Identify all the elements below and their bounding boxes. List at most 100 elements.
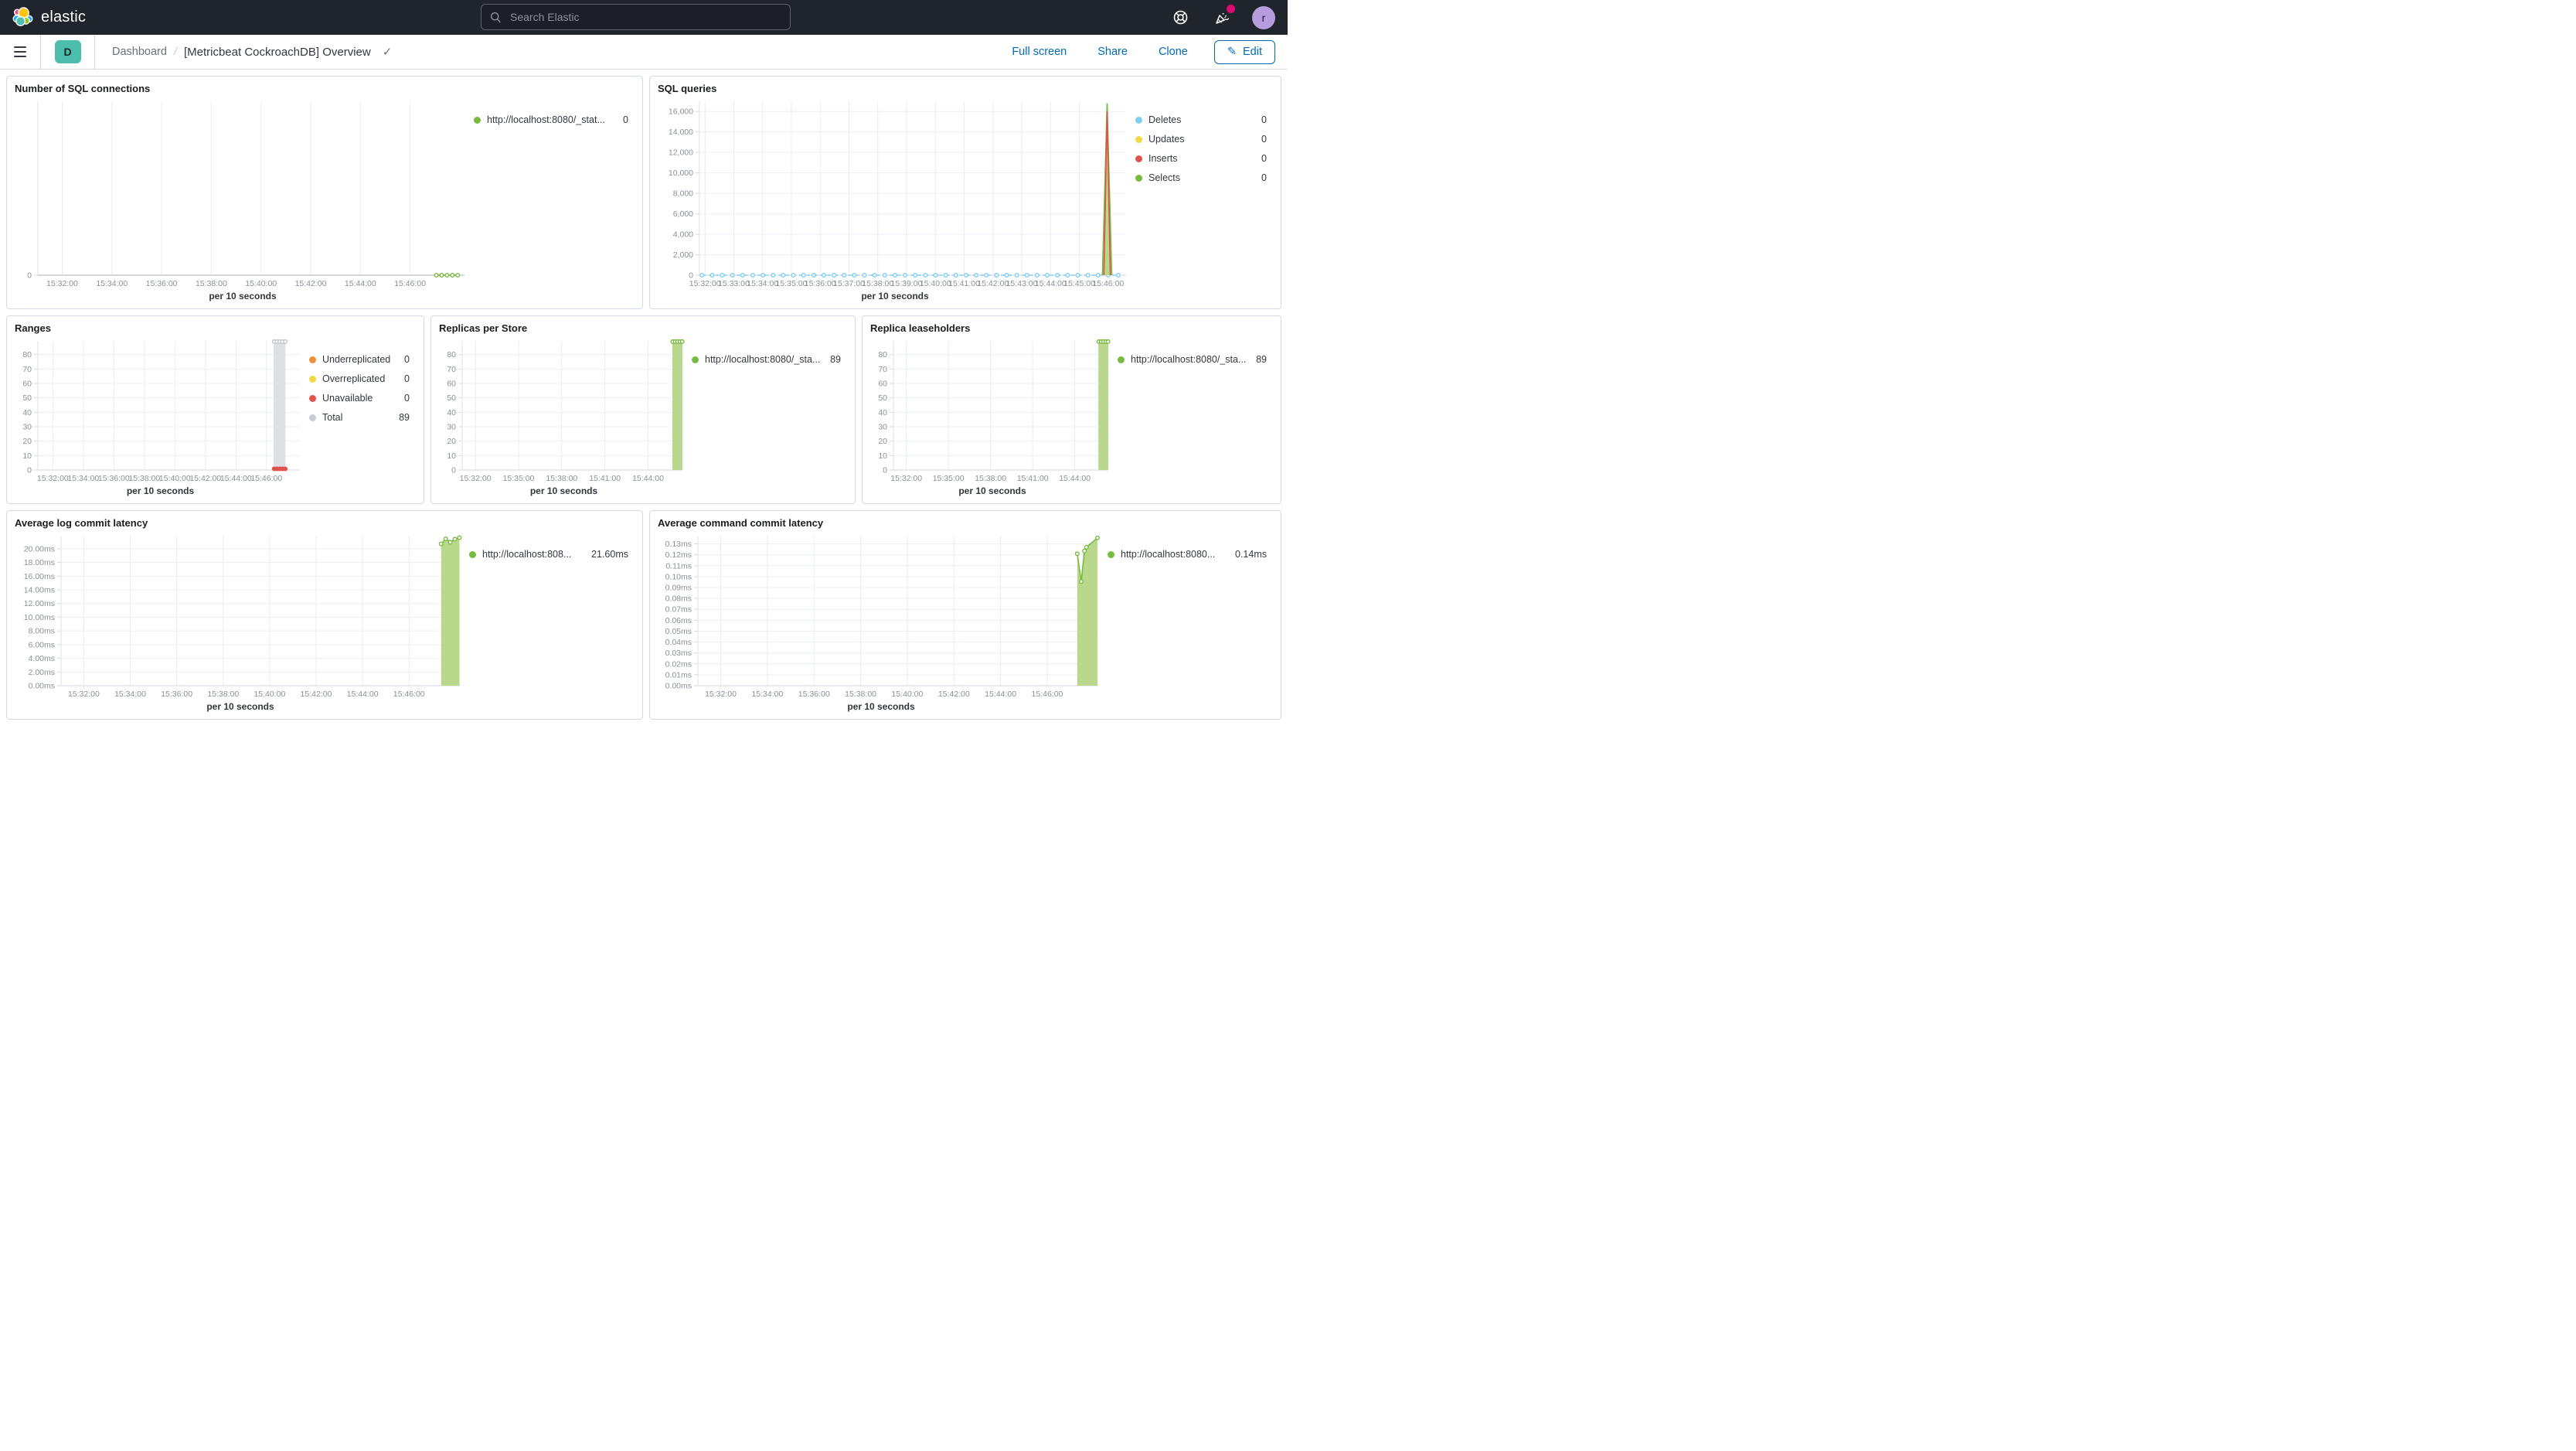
- svg-text:14,000: 14,000: [669, 128, 693, 137]
- svg-text:15:44:00: 15:44:00: [985, 690, 1016, 699]
- elastic-logo[interactable]: elastic: [12, 7, 86, 28]
- svg-text:15:38:00: 15:38:00: [207, 690, 239, 699]
- svg-text:15:40:00: 15:40:00: [245, 279, 277, 288]
- clone-button[interactable]: Clone: [1154, 45, 1193, 59]
- svg-text:15:36:00: 15:36:00: [805, 279, 836, 288]
- svg-text:10,000: 10,000: [669, 169, 693, 178]
- svg-text:80: 80: [878, 350, 887, 359]
- legend-value: 0.14ms: [1235, 549, 1267, 560]
- sql-connections-chart[interactable]: 15:32:00 15:34:00 15:36:00 15:38:00 15:40:00…: [15, 96, 471, 291]
- svg-text:15:37:00: 15:37:00: [833, 279, 865, 288]
- avatar-initial: r: [1261, 11, 1266, 24]
- legend-item[interactable]: Unavailable 0: [309, 393, 410, 404]
- legend-dot-icon: [309, 394, 316, 402]
- svg-text:15:32:00: 15:32:00: [46, 279, 78, 288]
- breadcrumb-dashboard-link[interactable]: Dashboard: [112, 46, 167, 58]
- svg-text:0: 0: [689, 271, 693, 281]
- full-screen-button[interactable]: Full screen: [1007, 45, 1071, 59]
- legend-label: Overreplicated: [322, 373, 386, 384]
- svg-text:0.10ms: 0.10ms: [665, 572, 692, 581]
- chart-legend: http://localhost:8080/_sta... 89: [689, 336, 847, 499]
- svg-text:0.07ms: 0.07ms: [665, 605, 692, 615]
- help-button[interactable]: [1169, 6, 1192, 29]
- svg-text:0.00ms: 0.00ms: [665, 682, 692, 691]
- legend-item[interactable]: http://localhost:8080/_sta... 89: [1118, 354, 1267, 365]
- legend-label: http://localhost:8080/_stat...: [487, 114, 605, 125]
- edit-button-label: Edit: [1243, 46, 1262, 58]
- menu-button[interactable]: [0, 35, 41, 69]
- svg-text:15:44:00: 15:44:00: [632, 474, 664, 483]
- svg-text:0.09ms: 0.09ms: [665, 584, 692, 593]
- legend-label: Total: [322, 412, 343, 423]
- svg-text:15:44:00: 15:44:00: [220, 474, 252, 483]
- replica-leaseholders-chart[interactable]: 15:32:00 15:35:00 15:38:00 15:41:00 15:44:00…: [870, 336, 1114, 485]
- svg-text:15:32:00: 15:32:00: [890, 474, 922, 483]
- legend-item[interactable]: http://localhost:808... 21.60ms: [469, 549, 628, 560]
- panel-title: Ranges: [15, 322, 51, 334]
- svg-text:20: 20: [447, 437, 456, 446]
- notification-dot: [1227, 4, 1235, 13]
- svg-text:15:46:00: 15:46:00: [1092, 279, 1124, 288]
- svg-text:8,000: 8,000: [673, 189, 693, 199]
- svg-text:12.00ms: 12.00ms: [24, 599, 55, 608]
- svg-text:15:38:00: 15:38:00: [546, 474, 577, 483]
- svg-text:10: 10: [22, 451, 32, 461]
- legend-item[interactable]: http://localhost:8080... 0.14ms: [1108, 549, 1267, 560]
- svg-text:0.04ms: 0.04ms: [665, 638, 692, 647]
- svg-text:80: 80: [447, 350, 456, 359]
- panel-number-of-sql-connections: Number of SQL connections 15:32:00 15:34:…: [6, 76, 643, 309]
- legend-item[interactable]: http://localhost:8080/_sta... 89: [692, 354, 841, 365]
- title-check-icon[interactable]: ✓: [383, 45, 393, 59]
- svg-text:0: 0: [883, 466, 887, 475]
- legend-item[interactable]: Updates 0: [1135, 134, 1267, 145]
- legend-item[interactable]: Selects 0: [1135, 172, 1267, 183]
- legend-value: 0: [404, 393, 410, 404]
- svg-text:0.12ms: 0.12ms: [665, 550, 692, 560]
- share-button[interactable]: Share: [1093, 45, 1132, 59]
- legend-item[interactable]: Overreplicated 0: [309, 373, 410, 384]
- user-avatar[interactable]: r: [1252, 5, 1275, 29]
- legend-item[interactable]: Deletes 0: [1135, 114, 1267, 125]
- edit-button[interactable]: ✎ Edit: [1213, 39, 1275, 64]
- svg-text:15:35:00: 15:35:00: [776, 279, 808, 288]
- svg-text:15:40:00: 15:40:00: [254, 690, 285, 699]
- svg-text:15:38:00: 15:38:00: [845, 690, 876, 699]
- svg-text:12,000: 12,000: [669, 148, 693, 158]
- panel-replicas-per-store: Replicas per Store 15:32:00 15:35:00 15:38…: [430, 315, 856, 504]
- svg-text:15:35:00: 15:35:00: [933, 474, 965, 483]
- dashboard-app-badge[interactable]: D: [54, 40, 81, 63]
- svg-text:20.00ms: 20.00ms: [24, 544, 55, 553]
- replicas-per-store-chart[interactable]: 15:32:00 15:35:00 15:38:00 15:41:00 15:44:00…: [439, 336, 689, 485]
- svg-text:6,000: 6,000: [673, 209, 693, 219]
- svg-text:6.00ms: 6.00ms: [29, 640, 55, 649]
- legend-item[interactable]: http://localhost:8080/_stat... 0: [474, 114, 628, 125]
- legend-dot-icon: [474, 116, 481, 124]
- svg-text:10: 10: [447, 451, 456, 461]
- svg-text:15:44:00: 15:44:00: [347, 690, 379, 699]
- avg-log-commit-latency-chart[interactable]: 15:32:00 15:34:00 15:36:00 15:38:00 15:40:00…: [15, 530, 466, 701]
- svg-text:15:40:00: 15:40:00: [891, 690, 923, 699]
- legend-dot-icon: [1108, 550, 1114, 558]
- legend-dot-icon: [1135, 135, 1142, 143]
- legend-value: 0: [404, 354, 410, 365]
- legend-item[interactable]: Underreplicated 0: [309, 354, 410, 365]
- svg-text:15:41:00: 15:41:00: [589, 474, 621, 483]
- ranges-chart[interactable]: 15:32:00 15:34:00 15:36:00 15:38:00 15:40:00…: [15, 336, 306, 485]
- x-axis-caption: per 10 seconds: [529, 485, 598, 496]
- svg-text:15:46:00: 15:46:00: [393, 690, 425, 699]
- toolbar-actions: Full screen Share Clone ✎ Edit: [1007, 39, 1288, 64]
- svg-text:70: 70: [878, 365, 887, 374]
- legend-dot-icon: [309, 375, 316, 383]
- avg-command-commit-latency-chart[interactable]: 15:32:00 15:34:00 15:36:00 15:38:00 15:40:00…: [658, 530, 1104, 701]
- elastic-logo-icon: [12, 7, 33, 26]
- sql-queries-chart[interactable]: 15:32:00 15:33:00 15:34:00 15:35:00 15:36:00…: [658, 96, 1132, 291]
- legend-value: 89: [399, 412, 410, 423]
- legend-dot-icon: [1135, 155, 1142, 162]
- breadcrumb: Dashboard / [Metricbeat CockroachDB] Ove…: [112, 45, 393, 60]
- newsfeed-button[interactable]: [1210, 4, 1235, 29]
- legend-item[interactable]: Inserts 0: [1135, 153, 1267, 164]
- search-input[interactable]: [509, 10, 781, 24]
- legend-item[interactable]: Total 89: [309, 412, 410, 423]
- global-search[interactable]: [481, 4, 791, 30]
- legend-dot-icon: [692, 356, 699, 363]
